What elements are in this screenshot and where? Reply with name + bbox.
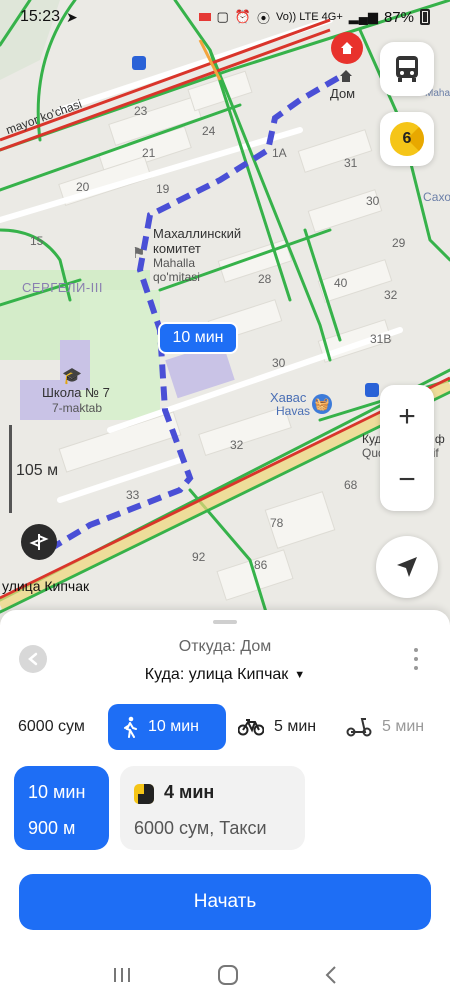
route-sheet: Откуда: Дом Куда: улица Кипчак ▼ 6000 сум… [0,610,450,1000]
status-time: 15:23 [20,8,61,25]
havas-uz-label: Havas [276,404,311,418]
building-number: 20 [76,180,90,194]
mahalla-uz-1: Mahalla [153,256,196,270]
system-nav-bar [0,950,450,1000]
mode-bike-time: 5 мин [274,718,317,735]
flag-icon: ⚑ [132,245,146,262]
building-number: 23 [134,104,148,118]
alarm-icon: ⏰ [234,9,251,24]
recent-apps-icon[interactable] [112,966,132,984]
building-number: 78 [270,516,284,530]
building-number: 92 [192,550,206,564]
building-number: 40 [334,276,348,290]
mode-bike[interactable]: 5 мин [238,704,316,750]
home-button-icon[interactable] [217,964,239,986]
scooter-icon [346,718,372,737]
yandex-taxi-icon [134,784,154,804]
taxi-card-info: 6000 сум, Такси [134,818,267,838]
locate-me-button[interactable] [376,536,438,598]
traffic-icon: 6 [390,122,424,156]
taxi-route-card[interactable]: 4 мин 6000 сум, Такси [120,766,305,850]
bicycle-icon [238,719,264,736]
route-to-label: Куда: улица Кипчак [144,666,289,683]
network-type: Vo)) LTE 4G+ [276,11,343,23]
battery-level: 87% [383,8,414,26]
building-number: 21 [142,146,156,160]
building-number: 28 [258,272,272,286]
home-pin-icon[interactable] [331,32,363,64]
shop-basket-icon[interactable]: 🧺 [312,394,332,414]
mahalla-ru-1: Махаллинский [153,226,242,241]
school-icon: 🎓 [62,368,82,385]
home-small-icon [338,68,354,84]
traffic-button[interactable]: 6 [380,112,434,166]
havas-ru-label: Хавас [270,390,307,405]
map-view[interactable]: Дом Maha mayor ko'chasi Сахо ⚑ Махаллинс… [0,0,450,625]
signal-icon: ▂▄▆ [348,9,378,24]
walk-card-time: 10 мин [28,782,86,802]
transport-modes: 6000 сум 10 мин 5 мин 5 мин [0,704,450,752]
mode-walk[interactable]: 10 мин [108,704,226,750]
building-number: 1A [272,146,287,160]
transit-button[interactable] [380,42,434,96]
mode-walk-time: 10 мин [148,718,200,735]
start-button[interactable]: Начать [19,874,431,930]
sheet-grabber[interactable] [213,620,237,624]
bus-icon [396,56,418,82]
mahalla-ru-2: комитет [153,241,201,256]
district-label: СЕРГЕЛИ-III [22,280,103,295]
scale-label: 105 м [16,462,59,479]
mode-taxi-price: 6000 сум [18,718,85,735]
building-number: 30 [366,194,380,208]
building-number: 68 [344,478,358,492]
recording-icon [198,13,211,21]
more-dot [414,657,418,661]
telegram-icon: ➤ [66,8,78,25]
building-number: 31 [344,156,358,170]
screen-icon: ▢ [216,9,229,24]
walk-card-distance: 900 м [28,818,76,838]
caret-down-icon: ▼ [294,669,306,681]
building-number: 86 [254,558,268,572]
scale-bar [9,425,12,513]
school-uz-label: 7-maktab [52,401,103,415]
walk-route-card[interactable]: 10 мин 900 м [14,766,109,850]
mode-taxi[interactable]: 6000 сум [18,704,85,750]
zoom-out-button[interactable]: − [398,464,416,495]
building-number: 15 [30,234,44,248]
building-number: 32 [230,438,244,452]
building-number: 29 [392,236,406,250]
back-nav-icon[interactable] [324,965,338,985]
location-icon: ⦿ [256,10,270,26]
traffic-level: 6 [402,130,412,147]
walking-icon [124,716,137,738]
mahalla-uz-2: qo'mitasi [153,270,200,284]
route-from[interactable]: Откуда: Дом [0,638,450,656]
building-number: 30 [272,356,286,370]
route-to[interactable]: Куда: улица Кипчак ▼ [0,666,450,684]
route-eta-pill: 10 мин [158,322,238,354]
zoom-controls: + − [380,385,434,511]
destination-pin-icon[interactable] [21,524,57,560]
mode-scooter-time: 5 мин [382,718,425,735]
taxi-card-time: 4 мин [164,782,215,802]
mode-scooter[interactable]: 5 мин [346,704,424,750]
saho-label: Сахо [423,190,450,204]
building-number: 32 [384,288,398,302]
home-label: Дом [330,86,356,101]
building-number: 24 [202,124,216,138]
map-roads [0,0,450,625]
building-number: 33 [126,488,140,502]
school-ru-label: Школа № 7 [42,385,110,400]
building-number: 31B [370,332,392,346]
navigation-arrow-icon [397,557,417,577]
status-bar: 15:23 ➤ ▢ ⏰ ⦿ Vo)) LTE 4G+ ▂▄▆ 87% [0,0,450,34]
building-number: 19 [156,182,170,196]
zoom-in-button[interactable]: + [398,401,416,432]
destination-street-label: улица Кипчак [2,578,90,594]
battery-icon [420,9,430,25]
